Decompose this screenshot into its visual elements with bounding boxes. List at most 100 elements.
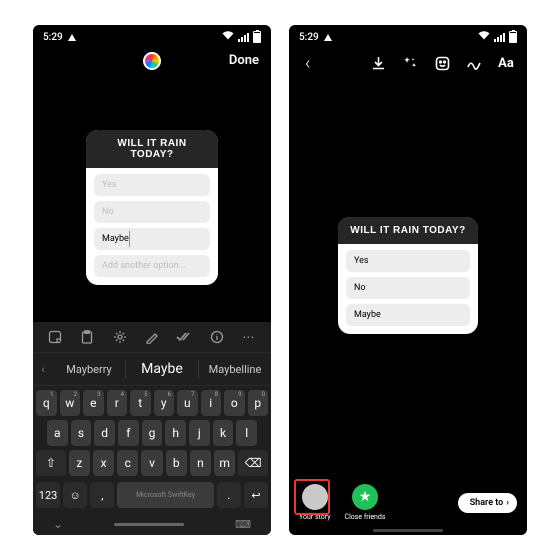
kb-check-icon[interactable]	[176, 329, 192, 345]
poll-question: WILL IT RAIN TODAY?	[338, 217, 478, 244]
keyboard-suggestions: ‹ Mayberry Maybe Maybelline	[33, 353, 271, 386]
status-warning-icon	[68, 34, 76, 41]
key-m[interactable]: m	[214, 450, 235, 476]
key-u[interactable]: u7	[177, 390, 198, 416]
status-time: 5:29	[43, 32, 63, 43]
kb-info-icon[interactable]	[209, 329, 225, 345]
status-time: 5:29	[299, 32, 319, 43]
key-123[interactable]: 123	[36, 482, 60, 508]
sticker-icon[interactable]	[433, 55, 451, 73]
key-k[interactable]: k	[213, 420, 234, 446]
key-backspace[interactable]: ⌫	[238, 450, 268, 476]
poll-option-3[interactable]: Maybe	[346, 304, 470, 326]
poll-options: Yes No Maybe	[338, 244, 478, 328]
key-enter[interactable]: ↩	[244, 482, 268, 508]
key-z[interactable]: z	[69, 450, 90, 476]
suggestion-2[interactable]: Maybe	[126, 353, 198, 385]
text-tool[interactable]: Aa	[497, 55, 515, 73]
poll-question[interactable]: WILL IT RAIN TODAY?	[86, 130, 218, 168]
key-s[interactable]: s	[71, 420, 92, 446]
poll-option-1[interactable]: Yes	[94, 174, 210, 196]
share-to-button[interactable]: Share to ›	[458, 493, 517, 513]
key-y[interactable]: y6	[154, 390, 175, 416]
kb-clipboard-icon[interactable]	[79, 329, 95, 345]
close-friends-button[interactable]: ★ Close friends	[345, 484, 386, 521]
share-to-label: Share to	[470, 498, 504, 508]
poll-option-2[interactable]: No	[346, 277, 470, 299]
status-bar: 5:29	[289, 25, 527, 45]
phone-right-share: 5:29 ‹ Aa W	[289, 25, 527, 535]
key-c[interactable]: c	[117, 450, 138, 476]
done-button[interactable]: Done	[229, 53, 259, 68]
signal-icon	[238, 33, 249, 42]
kb-sticker-icon[interactable]	[47, 329, 63, 345]
poll-option-2[interactable]: No	[94, 201, 210, 223]
suggestion-3[interactable]: Maybelline	[199, 355, 271, 384]
key-l[interactable]: l	[236, 420, 257, 446]
suggestion-1[interactable]: Mayberry	[53, 355, 125, 384]
system-nav: ⌄ ⌨	[33, 512, 271, 535]
key-b[interactable]: b	[166, 450, 187, 476]
key-space[interactable]: Microsoft SwiftKey	[117, 482, 213, 508]
close-friends-label: Close friends	[345, 513, 386, 521]
your-story-button[interactable]: Your story	[299, 484, 331, 521]
key-g[interactable]: g	[142, 420, 163, 446]
key-r[interactable]: r4	[107, 390, 128, 416]
key-e[interactable]: e3	[83, 390, 104, 416]
key-h[interactable]: h	[165, 420, 186, 446]
wifi-icon	[478, 31, 490, 43]
key-i[interactable]: i8	[201, 390, 222, 416]
download-icon[interactable]	[369, 55, 387, 73]
status-warning-icon	[324, 34, 332, 41]
back-button[interactable]: ‹	[301, 53, 314, 74]
battery-icon	[509, 31, 517, 43]
wifi-icon	[222, 31, 234, 43]
key-d[interactable]: d	[94, 420, 115, 446]
key-v[interactable]: v	[141, 450, 162, 476]
key-t[interactable]: t5	[130, 390, 151, 416]
highlight-box	[294, 479, 330, 515]
effects-icon[interactable]	[401, 55, 419, 73]
close-friends-icon: ★	[352, 484, 378, 510]
draw-icon[interactable]	[465, 55, 483, 73]
key-comma[interactable]: ,	[90, 482, 114, 508]
keyboard-keys: q1w2e3r4t5y6u7i8o9p0 asdfghjkl ⇧zxcvbnm⌫	[33, 386, 271, 482]
kb-expand-icon[interactable]: ‹	[33, 363, 53, 376]
color-picker-icon[interactable]	[143, 52, 161, 70]
key-period[interactable]: .	[217, 482, 241, 508]
key-j[interactable]: j	[189, 420, 210, 446]
kb-switch-icon[interactable]: ⌨	[235, 518, 251, 531]
key-p[interactable]: p0	[248, 390, 269, 416]
key-n[interactable]: n	[190, 450, 211, 476]
key-f[interactable]: f	[118, 420, 139, 446]
kb-more-icon[interactable]: ⋯	[241, 329, 257, 345]
kb-settings-icon[interactable]	[112, 329, 128, 345]
poll-option-1[interactable]: Yes	[346, 250, 470, 272]
poll-sticker[interactable]: WILL IT RAIN TODAY? Yes No Maybe Add ano…	[86, 130, 218, 285]
poll-add-option[interactable]: Add another option...	[94, 255, 210, 277]
key-o[interactable]: o9	[224, 390, 245, 416]
keyboard-bottom-row: 123 ☺ , Microsoft SwiftKey . ↩	[33, 482, 271, 512]
key-q[interactable]: q1	[36, 390, 57, 416]
poll-option-3[interactable]: Maybe	[94, 228, 210, 250]
poll-sticker[interactable]: WILL IT RAIN TODAY? Yes No Maybe	[338, 217, 478, 334]
keyboard-toolbar: ⋯	[33, 322, 271, 353]
signal-icon	[494, 33, 505, 42]
phone-left-editor: 5:29 Done WILL IT RAIN TODAY? Yes No May…	[33, 25, 271, 535]
chevron-right-icon: ›	[506, 498, 509, 508]
home-indicator[interactable]	[373, 529, 443, 532]
key-emoji[interactable]: ☺	[63, 482, 87, 508]
nav-down-icon[interactable]: ⌄	[53, 517, 63, 531]
editor-topbar: Done	[33, 45, 271, 76]
keyboard: ⋯ ‹ Mayberry Maybe Maybelline q1w2e3r4t5…	[33, 322, 271, 535]
key-a[interactable]: a	[47, 420, 68, 446]
status-bar: 5:29	[33, 25, 271, 45]
kb-edit-icon[interactable]	[144, 329, 160, 345]
home-indicator[interactable]	[114, 523, 184, 526]
key-w[interactable]: w2	[60, 390, 81, 416]
battery-icon	[253, 31, 261, 43]
key-x[interactable]: x	[93, 450, 114, 476]
poll-options: Yes No Maybe Add another option...	[86, 168, 218, 279]
key-shift[interactable]: ⇧	[36, 450, 66, 476]
share-topbar: ‹ Aa	[289, 45, 527, 82]
